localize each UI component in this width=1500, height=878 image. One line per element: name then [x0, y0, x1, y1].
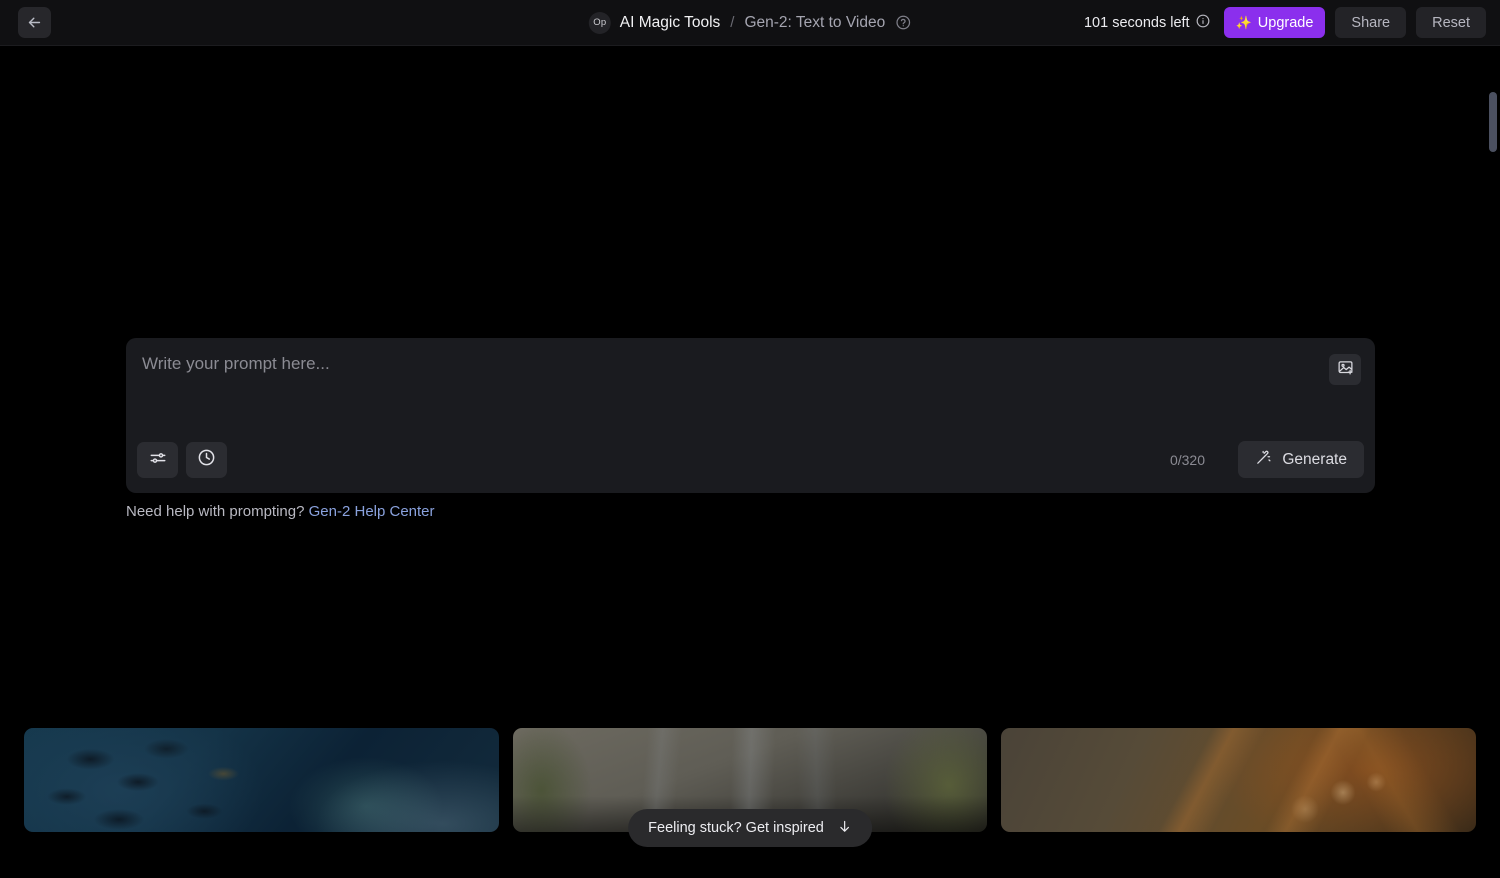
help-center-link[interactable]: Gen-2 Help Center — [309, 503, 435, 520]
seconds-left-status: 101 seconds left — [1084, 14, 1210, 32]
underwater-fish-scene-thumbnail[interactable] — [24, 728, 499, 832]
autumn-leaves-bokeh-scene-thumbnail[interactable] — [1001, 728, 1477, 832]
clock-icon — [197, 448, 216, 472]
avatar[interactable]: Op — [588, 11, 611, 34]
vertical-scrollbar[interactable] — [1486, 92, 1500, 878]
get-inspired-button[interactable]: Feeling stuck? Get inspired — [628, 809, 872, 847]
breadcrumb: Op AI Magic Tools / Gen-2: Text to Video — [588, 11, 911, 34]
prompt-input[interactable] — [142, 352, 1322, 414]
image-upload-button[interactable] — [1329, 354, 1361, 385]
question-circle-icon[interactable] — [896, 15, 911, 30]
breadcrumb-root[interactable]: AI Magic Tools — [620, 14, 721, 32]
info-circle-icon[interactable] — [1196, 14, 1210, 32]
upgrade-button[interactable]: ✨ Upgrade — [1223, 7, 1326, 38]
arrow-left-icon — [26, 14, 43, 31]
arrow-down-icon — [837, 819, 852, 838]
back-button[interactable] — [18, 7, 51, 38]
header-actions: 101 seconds left ✨ Upgrade Share Reset — [1084, 7, 1486, 38]
image-plus-icon — [1337, 359, 1354, 381]
history-button[interactable] — [186, 442, 227, 478]
generate-label: Generate — [1282, 450, 1347, 468]
prompting-help-line: Need help with prompting? Gen-2 Help Cen… — [126, 503, 435, 520]
generate-button[interactable]: Generate — [1238, 441, 1364, 478]
main-canvas: 0/320 Generate Need help with prompting?… — [0, 46, 1500, 847]
reset-button[interactable]: Reset — [1416, 7, 1486, 38]
share-button[interactable]: Share — [1335, 7, 1407, 38]
get-inspired-label: Feeling stuck? Get inspired — [648, 820, 824, 836]
prompting-help-text: Need help with prompting? — [126, 503, 305, 520]
seconds-left-label: 101 seconds left — [1083, 14, 1190, 31]
upgrade-label: Upgrade — [1257, 14, 1314, 31]
sparkles-icon: ✨ — [1235, 14, 1252, 30]
settings-button[interactable] — [137, 442, 178, 478]
sliders-icon — [149, 449, 167, 472]
magic-wand-icon — [1255, 449, 1272, 471]
prompt-composer: 0/320 Generate — [126, 338, 1375, 493]
breadcrumb-current: Gen-2: Text to Video — [744, 13, 886, 31]
app-header: Op AI Magic Tools / Gen-2: Text to Video… — [0, 0, 1500, 46]
breadcrumb-separator: / — [730, 14, 735, 31]
scrollbar-thumb[interactable] — [1489, 92, 1497, 152]
character-counter: 0/320 — [1169, 452, 1205, 468]
